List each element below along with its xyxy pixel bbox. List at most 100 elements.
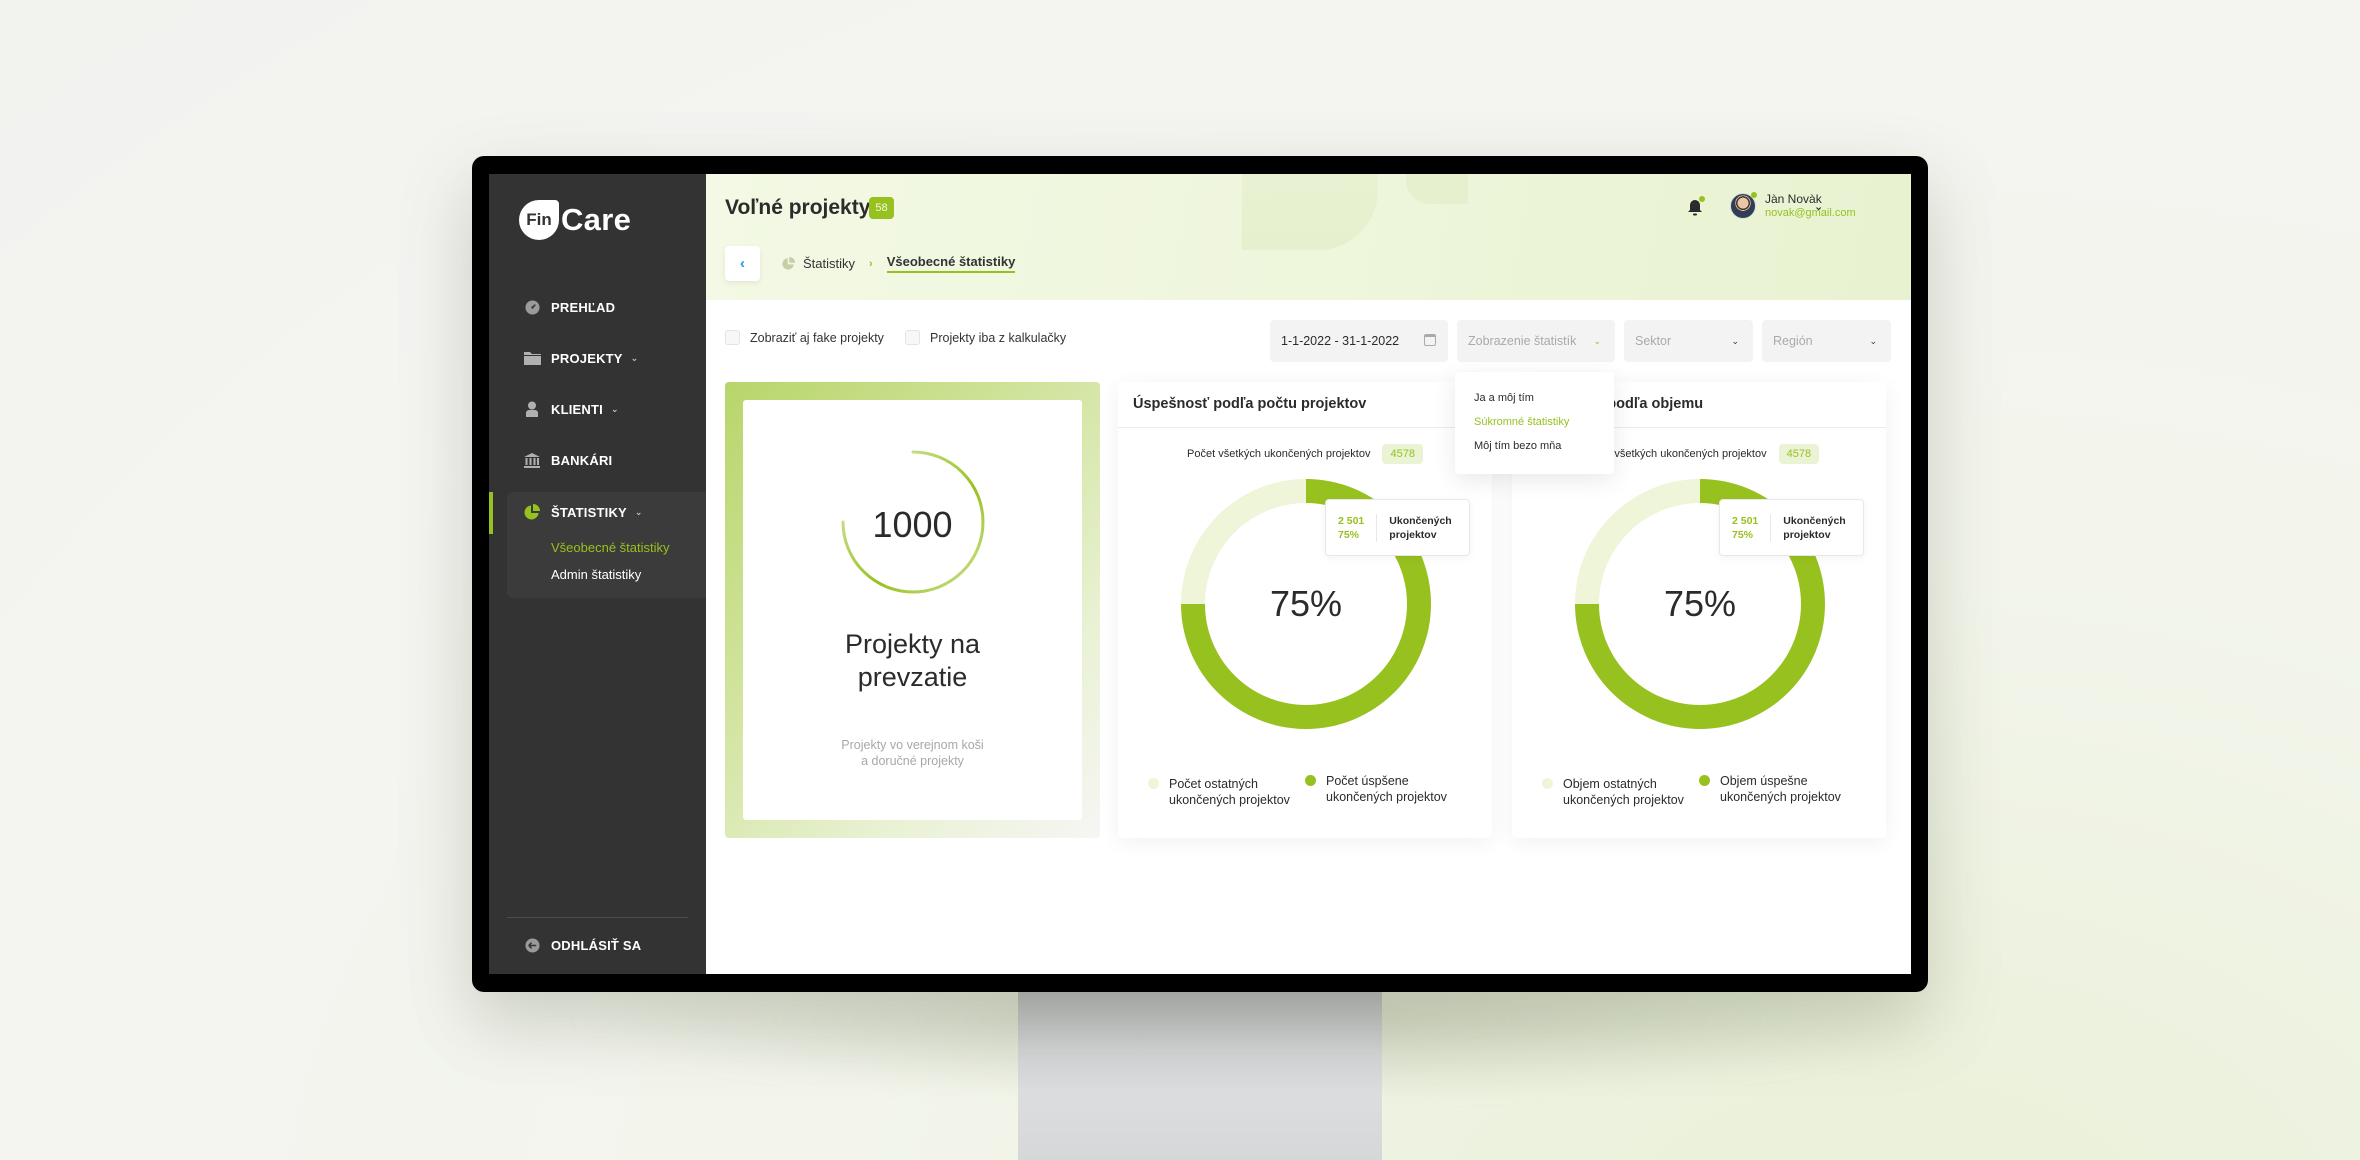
legend-label: Počet úspšene: [1326, 774, 1409, 788]
monitor-frame: Fin Care PREHĽAD PROJEKTY ⌄ KLIENTI ⌄ BA…: [472, 156, 1928, 992]
legend-dot: [1305, 775, 1316, 786]
page-title: Voľné projekty: [725, 196, 871, 219]
notification-dot: [1699, 196, 1705, 202]
pie-chart-icon: [523, 503, 541, 521]
sidebar-item-statistiky[interactable]: ŠTATISTIKY ⌄: [523, 503, 643, 521]
tooltip-label: Ukončených: [1783, 514, 1846, 527]
date-range-picker[interactable]: 1-1-2022 - 31-1-2022: [1270, 320, 1448, 362]
legend-label: ukončených projektov: [1720, 790, 1841, 804]
chevron-down-icon: ⌄: [610, 403, 619, 414]
logout-arrow-icon: [523, 936, 541, 954]
dropdown-option-private-stats[interactable]: Súkromné štatistiky: [1455, 410, 1614, 434]
legend-label: Objem úspešne: [1720, 774, 1808, 788]
legend-label: ukončených projektov: [1169, 793, 1290, 807]
tooltip-percent: 75%: [1338, 528, 1360, 541]
logout-label: ODHLÁSIŤ SA: [551, 937, 642, 953]
donut-segment-others[interactable]: [1575, 479, 1700, 604]
chevron-down-icon: ⌄: [634, 506, 643, 517]
breadcrumb-item-current[interactable]: Všeobecné štatistiky: [886, 254, 1016, 273]
title-line: Projekty na: [844, 629, 981, 659]
folder-icon: [523, 349, 541, 367]
main-content: Voľné projekty 58 ‹ Štatistiky › Všeobec…: [706, 174, 1911, 974]
dropdown-option-me-and-team[interactable]: Ja a môj tím: [1455, 386, 1614, 410]
sidebar-item-label: KLIENTI: [551, 401, 603, 417]
legend-item-others[interactable]: Počet ostatných ukončených projektov: [1148, 776, 1290, 808]
card-title: Úspešnosť podľa počtu projektov: [1133, 396, 1367, 412]
donut-segment-others[interactable]: [1181, 479, 1306, 604]
chevron-down-icon: ⌄: [1869, 335, 1877, 346]
tooltip-percent: 75%: [1732, 528, 1754, 541]
notifications-button[interactable]: [1687, 196, 1705, 216]
tooltip-label: projektov: [1783, 528, 1831, 541]
chevron-down-icon: ⌄: [1593, 335, 1601, 346]
chevron-down-icon: ⌄: [630, 352, 639, 363]
legend-item-successful[interactable]: Objem úspešne ukončených projektov: [1699, 773, 1841, 805]
header-decoration: [1242, 174, 1378, 250]
tooltip-label: Ukončených: [1389, 514, 1452, 527]
total-row: Počet všetkých ukončených projektov 4578: [1118, 444, 1492, 464]
sidebar-active-indicator: [489, 492, 493, 534]
view-select[interactable]: Zobrazenie štatistík ⌄: [1457, 320, 1615, 362]
chevron-left-icon: ‹: [740, 255, 745, 272]
tooltip-value: 2 501: [1338, 514, 1365, 527]
sector-select[interactable]: Sektor ⌄: [1624, 320, 1753, 362]
breadcrumb-item-statistiky[interactable]: Štatistiky: [803, 256, 855, 271]
sidebar-item-bankari[interactable]: BANKÁRI: [523, 451, 612, 469]
chevron-down-icon: ⌄: [1731, 335, 1739, 346]
total-label: Počet všetkých ukončených projektov: [1187, 448, 1371, 460]
logo-text: Care: [561, 202, 632, 237]
sidebar-item-label: PREHĽAD: [551, 299, 616, 315]
sidebar-item-prehlad[interactable]: PREHĽAD: [523, 298, 615, 316]
tooltip-value: 2 501: [1732, 514, 1759, 527]
legend-label: Počet ostatných: [1169, 777, 1258, 791]
sidebar-subitem-admin-statistiky[interactable]: Admin štatistiky: [551, 567, 641, 582]
dropdown-option-team-without-me[interactable]: Môj tím bezo mňa: [1455, 434, 1614, 458]
breadcrumb: Štatistiky › Všeobecné štatistiky: [782, 254, 1016, 273]
tooltip-label: projektov: [1389, 528, 1437, 541]
fake-projects-checkbox[interactable]: Zobraziť aj fake projekty: [725, 330, 884, 345]
back-button[interactable]: ‹: [725, 246, 760, 281]
avatar: [1730, 192, 1757, 219]
sidebar-item-projekty[interactable]: PROJEKTY ⌄: [523, 349, 638, 367]
online-status-dot: [1751, 192, 1757, 198]
chart-tooltip: 2 501 75% Ukončených projektov: [1719, 499, 1864, 556]
count-badge: 58: [869, 197, 894, 219]
page-header: Voľné projekty 58 ‹ Štatistiky › Všeobec…: [706, 174, 1911, 300]
user-menu[interactable]: Jàn Novàk novak@gmail.com: [1730, 192, 1856, 220]
legend-dot: [1148, 778, 1159, 789]
region-select[interactable]: Región ⌄: [1762, 320, 1891, 362]
logo-badge: Fin: [519, 200, 559, 240]
logout-button[interactable]: ODHLÁSIŤ SA: [523, 936, 641, 954]
legend-item-successful[interactable]: Počet úspšene ukončených projektov: [1305, 773, 1447, 805]
chevron-right-icon: ›: [869, 257, 873, 270]
calendar-icon: [1424, 334, 1436, 346]
sidebar-item-label: ŠTATISTIKY: [551, 504, 627, 520]
free-projects-count: 1000: [872, 504, 953, 545]
checkbox-label: Zobraziť aj fake projekty: [750, 330, 884, 345]
free-projects-card: 1000 Projekty na prevzatie Projekty vo v…: [725, 382, 1100, 838]
sidebar: Fin Care PREHĽAD PROJEKTY ⌄ KLIENTI ⌄ BA…: [489, 174, 706, 974]
free-projects-subtitle: Projekty vo verejnom koši a doručné proj…: [743, 737, 1082, 769]
checkbox-box[interactable]: [725, 330, 740, 345]
logo[interactable]: Fin Care: [519, 200, 631, 240]
sidebar-item-klienti[interactable]: KLIENTI ⌄: [523, 400, 619, 418]
pie-chart-icon: [782, 257, 795, 270]
free-projects-title: Projekty na prevzatie: [743, 628, 1082, 694]
view-select-dropdown: Ja a môj tím Súkromné štatistiky Môj tím…: [1455, 372, 1614, 474]
divider: [507, 917, 688, 918]
legend-item-others[interactable]: Objem ostatných ukončených projektov: [1542, 776, 1684, 808]
checkbox-box[interactable]: [905, 330, 920, 345]
subtitle-line: a doručné projekty: [861, 754, 964, 768]
calculator-projects-checkbox[interactable]: Projekty iba z kalkulačky: [905, 330, 1066, 345]
sidebar-item-label: BANKÁRI: [551, 452, 613, 468]
user-icon: [523, 400, 541, 418]
sidebar-item-label: PROJEKTY: [551, 350, 623, 366]
user-email: novak@gmail.com: [1765, 207, 1856, 219]
monitor-stand: [1018, 992, 1382, 1160]
legend-dot: [1542, 778, 1553, 789]
chevron-down-icon[interactable]: ⌄: [1814, 200, 1823, 213]
sidebar-subitem-vseobecne-statistiky[interactable]: Všeobecné štatistiky: [551, 540, 670, 555]
app-screen: Fin Care PREHĽAD PROJEKTY ⌄ KLIENTI ⌄ BA…: [489, 174, 1911, 974]
divider: [1118, 427, 1492, 428]
dashboard-gauge-icon: [523, 298, 541, 316]
